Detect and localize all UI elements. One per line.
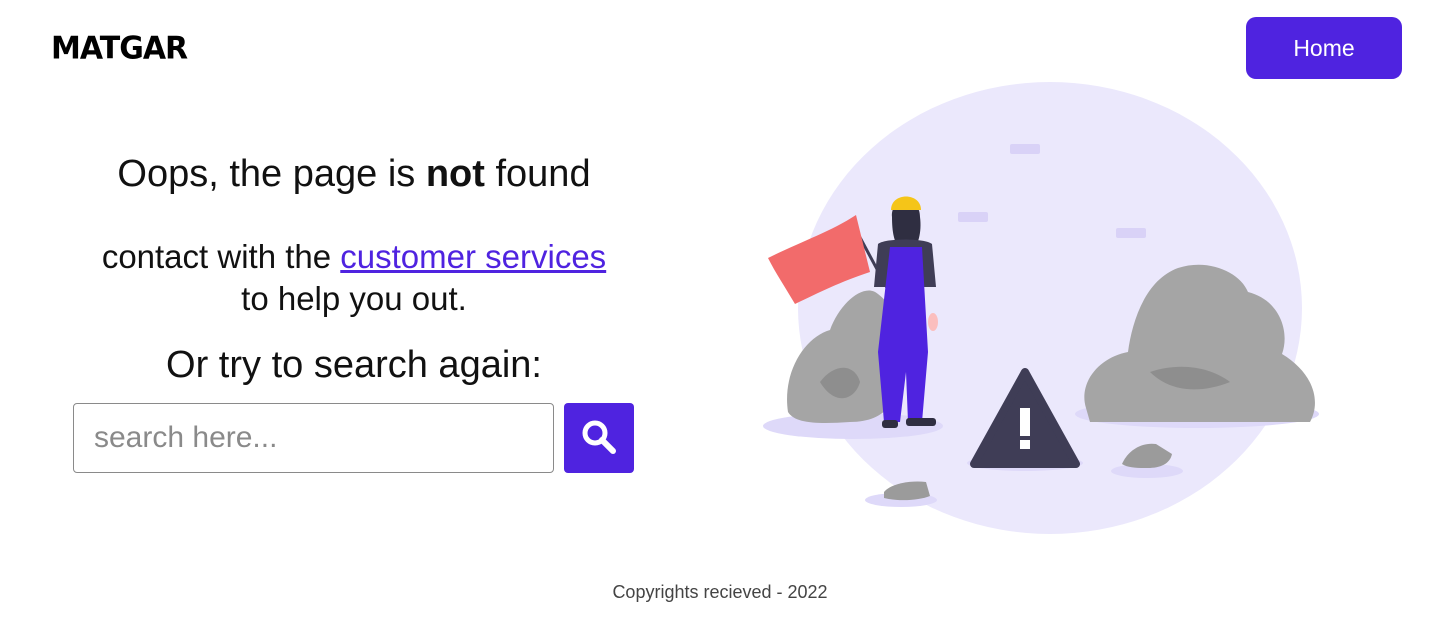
contact-prefix: contact with the [101,238,341,275]
warning-mark [1020,408,1030,436]
search-input[interactable] [73,403,554,473]
contact-text: contact with the customer services to he… [40,236,668,320]
contact-suffix: to help you out. [241,280,467,317]
search-button[interactable] [564,403,634,473]
headline-suffix: found [484,153,591,195]
search-icon [581,419,617,458]
worker-boot [882,420,898,428]
warning-dot [1020,440,1030,449]
worker-boot [906,418,936,426]
retry-text: Or try to search again: [166,344,542,386]
page-title: Oops, the page is not found [40,150,668,198]
headline-prefix: Oops, the page is [117,153,426,195]
headline-bold: not [425,153,485,195]
brick-shape [1116,228,1146,238]
small-stone [884,481,930,501]
logo[interactable]: MATGAR [51,30,188,67]
customer-services-link[interactable]: customer services [340,238,606,275]
not-found-illustration [760,82,1330,542]
footer-copyright: Copyrights recieved - 2022 [612,582,828,602]
brick-shape [958,212,988,222]
search-form [73,403,634,473]
not-found-message: Oops, the page is not found contact with… [40,150,668,388]
home-button[interactable]: Home [1246,17,1402,79]
worker-hand [928,313,938,331]
brick-shape [1010,144,1040,154]
